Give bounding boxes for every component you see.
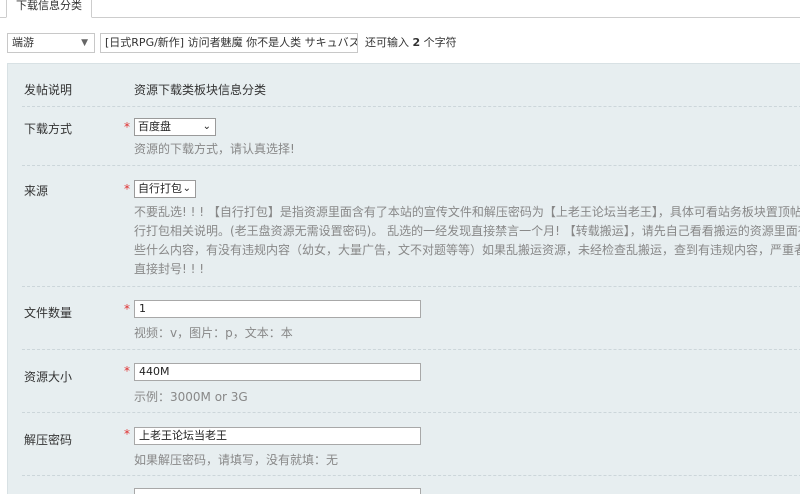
category-select[interactable]: 端游 ▼ (7, 33, 95, 53)
row-file-count: 文件数量 * 1 视频：v，图片：p，文本：本 (8, 287, 800, 349)
posting-note-value: 资源下载类板块信息分类 (134, 83, 267, 97)
unzip-password-input[interactable]: 上老王论坛当老王 (134, 427, 421, 445)
char-count-hint: 还可输入 2 个字符 (365, 33, 457, 53)
chevron-down-icon: ⌄ (182, 183, 191, 194)
download-info-form: 发帖说明 资源下载类板块信息分类 下载方式 * 百度盘 ⌄ 资源的下载方式，请认… (7, 63, 800, 494)
source-hint: 不要乱选! ! ! 【自行打包】是指资源里面含有了本站的宣传文件和解压密码为【上… (134, 205, 800, 276)
file-count-hint: 视频：v，图片：p，文本：本 (134, 326, 293, 340)
row-unzip-password: 解压密码 * 上老王论坛当老王 如果解压密码，请填写，没有就填：无 (8, 413, 800, 475)
row-posting-note: 发帖说明 资源下载类板块信息分类 (8, 64, 800, 106)
next-field-input[interactable] (134, 488, 421, 494)
download-method-selected: 百度盘 (138, 120, 171, 133)
required-mark: * (124, 182, 130, 196)
required-mark: * (124, 120, 130, 134)
category-select-value: 端游 (12, 36, 34, 49)
download-method-hint: 资源的下载方式，请认真选择! (134, 142, 295, 156)
unzip-password-hint: 如果解压密码，请填写，没有就填：无 (134, 453, 339, 467)
unzip-password-label: 解压密码 (24, 433, 73, 447)
char-count-prefix: 还可输入 (365, 36, 409, 49)
row-download-method: 下载方式 * 百度盘 ⌄ 资源的下载方式，请认真选择! (8, 107, 800, 165)
char-count-number: 2 (412, 36, 421, 49)
source-select[interactable]: 自行打包 ⌄ (134, 180, 196, 198)
chevron-down-icon: ⌄ (202, 121, 211, 132)
source-selected: 自行打包 (138, 182, 182, 195)
char-count-suffix: 个字符 (423, 36, 457, 49)
file-count-label: 文件数量 (24, 306, 73, 320)
source-label: 来源 (24, 184, 49, 198)
title-input[interactable]: [日式RPG/新作] 访问者魅魔 你不是人类 サキュバスAI汉 (100, 33, 358, 53)
tab-bar: 下载信息分类 (0, 0, 800, 18)
resource-size-input[interactable]: 440M (134, 363, 421, 381)
divider (22, 475, 800, 476)
resource-size-label: 资源大小 (24, 370, 73, 384)
chevron-down-icon: ▼ (81, 38, 88, 48)
posting-note-label: 发帖说明 (24, 83, 73, 97)
post-title-bar: 端游 ▼ [日式RPG/新作] 访问者魅魔 你不是人类 サキュバスAI汉 还可输… (0, 33, 800, 55)
row-source: 来源 * 自行打包 ⌄ 不要乱选! ! ! 【自行打包】是指资源里面含有了本站的… (8, 166, 800, 286)
resource-size-hint: 示例：3000M or 3G (134, 390, 248, 404)
file-count-input[interactable]: 1 (134, 300, 421, 318)
row-resource-size: 资源大小 * 440M 示例：3000M or 3G (8, 350, 800, 412)
required-mark: * (124, 427, 130, 441)
download-method-select[interactable]: 百度盘 ⌄ (134, 118, 216, 136)
tab-download-info[interactable]: 下载信息分类 (6, 0, 92, 18)
download-method-label: 下载方式 (24, 122, 73, 136)
required-mark: * (124, 302, 130, 316)
required-mark: * (124, 364, 130, 378)
